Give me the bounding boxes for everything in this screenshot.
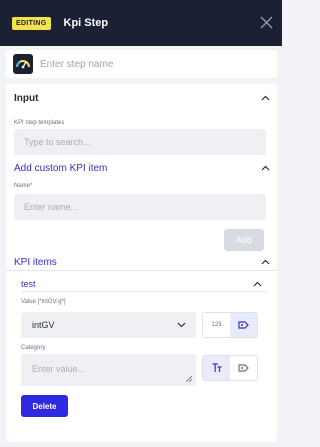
category-placeholder: Enter value... [32, 364, 86, 374]
chevron-up-icon[interactable] [261, 95, 270, 101]
kpi-items-title: KPI items [14, 257, 57, 268]
category-label: Category [21, 345, 46, 351]
variable-type-option[interactable] [230, 313, 257, 337]
text-type-icon [212, 363, 221, 372]
step-name-input[interactable] [40, 58, 260, 70]
add-button[interactable]: Add [224, 229, 264, 251]
required-mark: * [30, 183, 33, 189]
delete-button[interactable]: Delete [21, 395, 68, 417]
custom-kpi-title: Add custom KPI item [14, 163, 108, 174]
tag-icon [238, 364, 249, 372]
name-label-text: Name [14, 183, 31, 189]
chevron-up-icon[interactable] [261, 165, 270, 171]
panel-title: Kpi Step [63, 17, 109, 29]
chevron-up-icon[interactable] [253, 281, 262, 287]
gauge-icon [13, 54, 33, 74]
template-search-input[interactable] [14, 129, 266, 155]
step-name-row [6, 50, 277, 78]
value-label: Value [*intGV-g*] [21, 299, 66, 305]
editing-badge: EDITING [12, 16, 51, 30]
value-select[interactable]: intGV [21, 312, 196, 338]
templates-label: KPI step templates [14, 120, 65, 126]
tag-icon [238, 321, 249, 329]
number-type-tag: 123 [211, 322, 222, 328]
close-icon[interactable] [260, 16, 273, 29]
value-type-toggle: 123 [202, 312, 258, 338]
number-type-option[interactable]: 123 [203, 313, 230, 337]
kpi-item-header[interactable]: test [21, 279, 36, 289]
category-type-toggle [202, 355, 258, 381]
custom-kpi-header[interactable]: Add custom KPI item [14, 163, 107, 174]
name-label: Name* [14, 183, 32, 189]
chevron-up-icon[interactable] [261, 259, 270, 265]
chevron-down-icon [177, 322, 186, 328]
step-panel: Input KPI step templates Add custom KPI … [6, 84, 277, 442]
value-select-text: intGV [32, 320, 55, 330]
panel-header: EDITING Kpi Step [0, 0, 282, 46]
input-section-title: Input [14, 93, 39, 104]
divider [21, 291, 266, 292]
variable-type-option[interactable] [230, 356, 257, 380]
input-section-header[interactable]: Input [14, 93, 38, 104]
divider [6, 270, 277, 271]
text-type-option[interactable] [203, 356, 230, 380]
kpi-items-header[interactable]: KPI items [14, 257, 57, 268]
kpi-item-name: test [21, 279, 36, 289]
resize-handle-icon[interactable] [186, 376, 192, 382]
category-textarea[interactable]: Enter value... [21, 354, 196, 386]
kpi-name-input[interactable] [14, 194, 266, 220]
